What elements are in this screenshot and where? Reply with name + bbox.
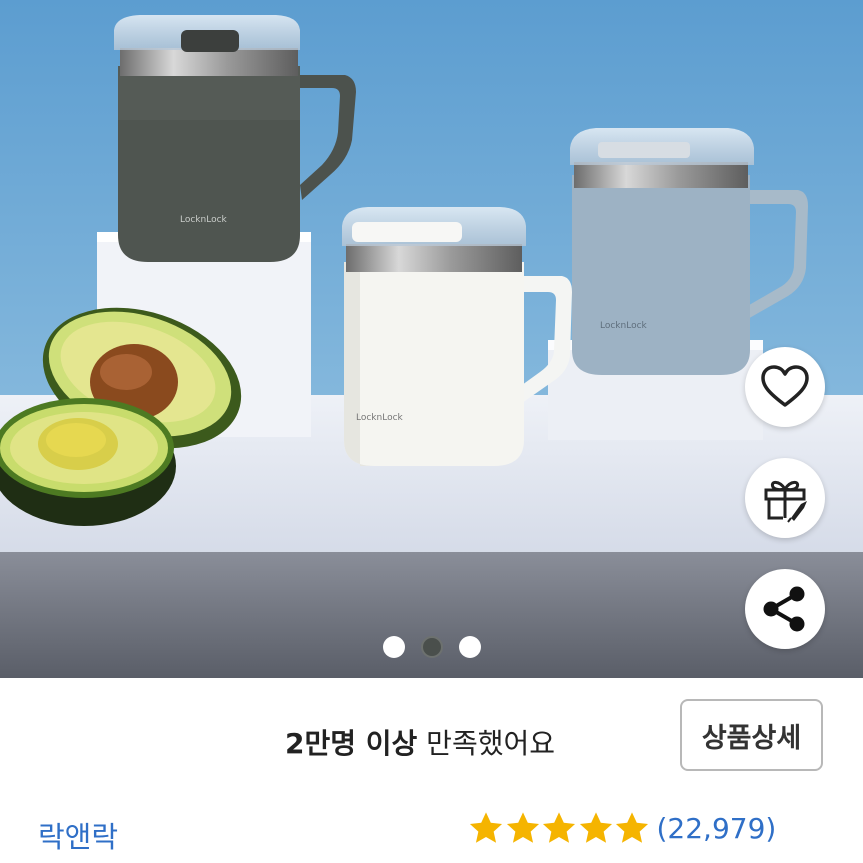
satisfaction-highlight: 2만명 이상 bbox=[285, 727, 418, 760]
svg-text:LocknLock: LocknLock bbox=[356, 413, 404, 423]
gift-icon bbox=[764, 480, 807, 523]
carousel-dot[interactable] bbox=[382, 636, 405, 658]
star-icon bbox=[542, 812, 576, 843]
brand-link[interactable]: 락앤락 bbox=[38, 814, 118, 856]
product-photo: LocknLock LocknLock LocknLock bbox=[0, 0, 863, 678]
star-icon bbox=[469, 812, 503, 843]
carousel-dot-active[interactable] bbox=[420, 636, 443, 658]
heart-icon bbox=[761, 365, 809, 407]
svg-text:LocknLock: LocknLock bbox=[180, 215, 228, 225]
star-icon bbox=[579, 812, 612, 843]
star-icon bbox=[615, 812, 649, 843]
share-icon bbox=[763, 586, 805, 632]
product-detail-button[interactable]: 상품상세 bbox=[680, 699, 823, 771]
review-count[interactable]: (22,979) bbox=[657, 812, 777, 845]
product-image-gallery[interactable]: LocknLock LocknLock LocknLock bbox=[0, 0, 863, 678]
satisfaction-text: 2만명 이상 만족했어요 bbox=[285, 722, 555, 762]
svg-text:LocknLock: LocknLock bbox=[600, 321, 648, 331]
wishlist-button[interactable] bbox=[745, 347, 825, 427]
carousel-indicator bbox=[0, 636, 863, 658]
rating[interactable]: (22,979) bbox=[468, 810, 776, 846]
satisfaction-suffix: 만족했어요 bbox=[417, 727, 555, 760]
gift-button[interactable] bbox=[745, 458, 825, 538]
carousel-dot[interactable] bbox=[458, 636, 481, 658]
star-icon bbox=[506, 812, 539, 843]
